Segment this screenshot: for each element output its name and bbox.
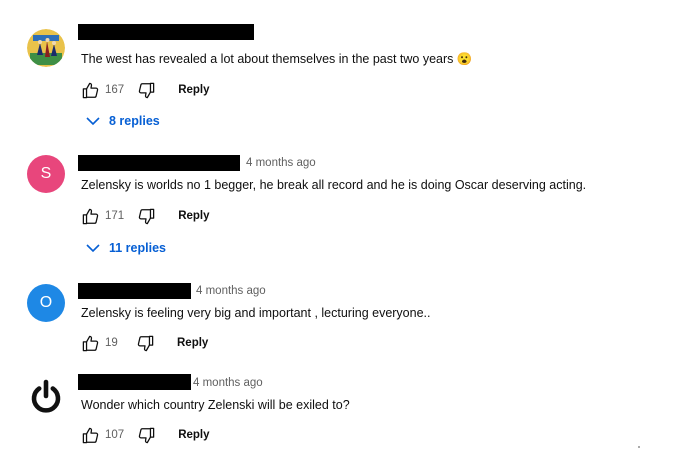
thumbs-up-icon[interactable] <box>80 206 100 226</box>
view-replies-button[interactable]: 8 replies <box>86 114 160 128</box>
thumbs-down-icon[interactable] <box>136 80 156 100</box>
thumbs-up-icon[interactable] <box>80 425 100 445</box>
redacted-username <box>78 24 254 40</box>
replies-label: 11 replies <box>109 241 166 255</box>
thumbs-down-icon[interactable] <box>136 425 156 445</box>
avatar[interactable]: O <box>27 284 65 322</box>
like-count: 167 <box>105 84 125 96</box>
like-count: 107 <box>105 429 125 441</box>
power-icon <box>31 379 61 413</box>
redacted-username <box>78 283 191 299</box>
redacted-username <box>78 155 240 171</box>
reply-button[interactable]: Reply <box>178 84 209 96</box>
comment-text: Wonder which country Zelenski will be ex… <box>81 398 350 412</box>
replies-label: 8 replies <box>109 114 160 128</box>
redacted-username <box>78 374 191 390</box>
avatar[interactable]: S <box>27 155 65 193</box>
chevron-down-icon <box>86 116 100 126</box>
comment-timestamp[interactable]: 4 months ago <box>246 157 316 169</box>
comment-actions: 171 Reply <box>80 206 210 226</box>
comment-text: Zelensky is worlds no 1 begger, he break… <box>81 178 587 192</box>
view-replies-button[interactable]: 11 replies <box>86 241 166 255</box>
comment-timestamp[interactable]: 4 months ago <box>193 377 263 389</box>
like-count: 19 <box>105 337 118 349</box>
like-count: 171 <box>105 210 125 222</box>
comment-text: Zelensky is feeling very big and importa… <box>81 306 431 320</box>
avatar-letter: O <box>39 294 53 311</box>
reply-button[interactable]: Reply <box>177 337 208 349</box>
comment-actions: 19 Reply <box>80 333 208 353</box>
comment-actions: 107 Reply <box>80 425 210 445</box>
comment-actions: 167 Reply <box>80 80 210 100</box>
reply-button[interactable]: Reply <box>178 210 209 222</box>
comment-text: The west has revealed a lot about themse… <box>81 52 473 66</box>
comment-timestamp[interactable]: 4 months ago <box>196 285 266 297</box>
chevron-down-icon <box>86 243 100 253</box>
avatar[interactable] <box>27 378 65 416</box>
decorative-dot <box>638 446 640 448</box>
avatar-image <box>27 29 65 67</box>
thumbs-down-icon[interactable] <box>135 333 155 353</box>
thumbs-up-icon[interactable] <box>80 333 100 353</box>
avatar-letter: S <box>40 165 52 182</box>
thumbs-down-icon[interactable] <box>136 206 156 226</box>
avatar[interactable] <box>27 29 65 67</box>
thumbs-up-icon[interactable] <box>80 80 100 100</box>
reply-button[interactable]: Reply <box>178 429 209 441</box>
